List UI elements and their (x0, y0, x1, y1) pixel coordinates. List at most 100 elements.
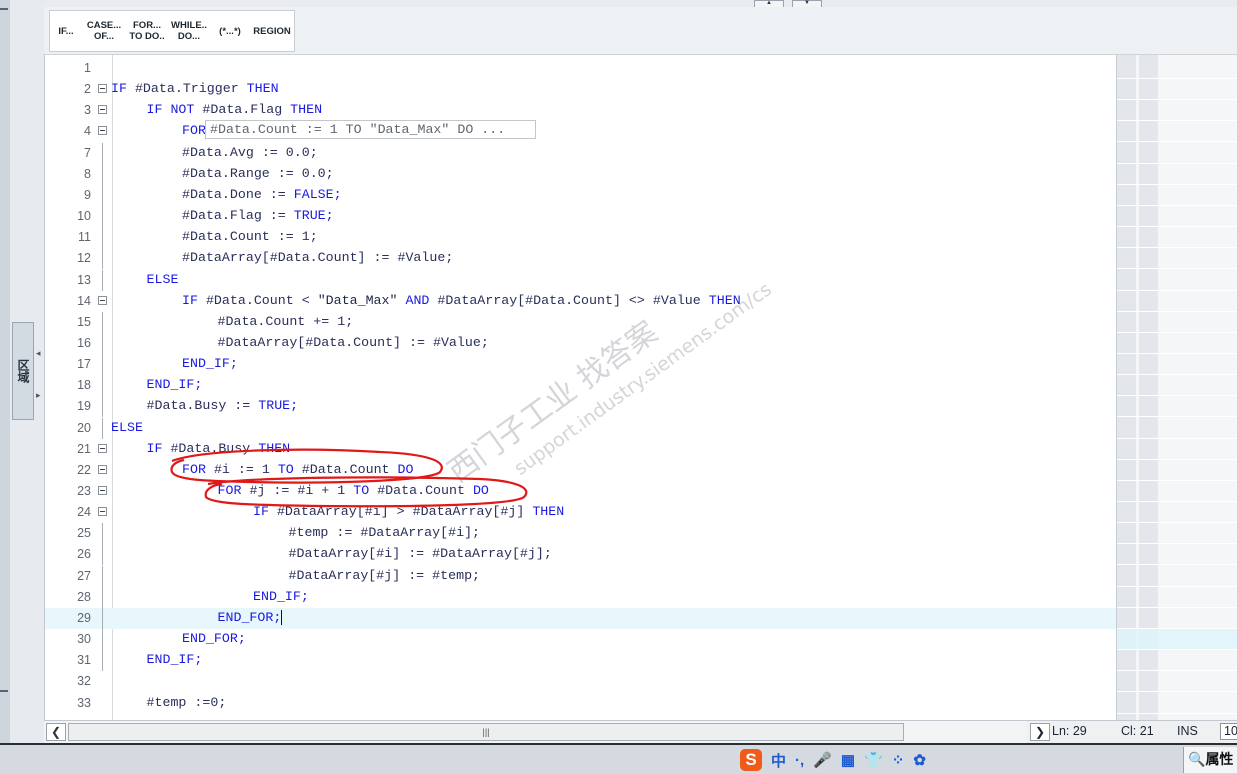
if-button[interactable]: IF... (50, 11, 82, 51)
fold-toggle-icon[interactable] (98, 105, 107, 115)
punctuation-icon[interactable]: ·, (795, 752, 804, 769)
region-button[interactable]: REGION (250, 11, 294, 51)
skin-icon[interactable]: 👕 (864, 751, 883, 769)
code-line[interactable]: 31 END_IF; (45, 650, 1117, 672)
code-line[interactable]: 16 #DataArray[#Data.Count] := #Value; (45, 332, 1117, 354)
code-line[interactable]: 1 (45, 58, 1117, 79)
collapse-left-icon[interactable]: ◂ (36, 348, 41, 359)
code-text[interactable]: #Data.Range := 0.0; (182, 166, 334, 181)
code-line[interactable]: 32 (45, 671, 1117, 692)
code-text[interactable]: FOR (182, 123, 206, 138)
code-text[interactable]: #Data.Done := FALSE; (182, 187, 342, 202)
code-line[interactable]: 25 #temp := #DataArray[#i]; (45, 523, 1117, 545)
microphone-icon[interactable]: 🎤 (813, 751, 832, 769)
code-text[interactable]: END_IF; (147, 377, 203, 392)
code-line[interactable]: 3 IF NOT #Data.Flag THEN (45, 100, 1117, 121)
code-line[interactable]: 24 IF #DataArray[#i] > #DataArray[#j] THE… (45, 502, 1117, 523)
scroll-left-button[interactable]: ❮ (46, 723, 66, 741)
collapsed-for-preview[interactable]: #Data.Count := 1 TO "Data_Max" DO ... (205, 120, 536, 139)
code-line[interactable]: 9 #Data.Done := FALSE; (45, 184, 1117, 206)
code-line[interactable]: 14 IF #Data.Count < "Data_Max" AND #DataA… (45, 291, 1117, 312)
code-line[interactable]: 29 END_FOR; (45, 607, 1117, 629)
code-line[interactable]: 18 END_IF; (45, 375, 1117, 397)
settings-flower-icon[interactable]: ✿ (913, 751, 926, 769)
code-line[interactable]: 13 ELSE (45, 269, 1117, 291)
code-text[interactable]: #DataArray[#i] := #DataArray[#j]; (289, 546, 552, 561)
fold-guide (102, 586, 103, 608)
sogou-logo-icon[interactable]: S (740, 749, 762, 771)
code-line[interactable]: 28 END_IF; (45, 586, 1117, 608)
tools-grid-icon[interactable]: ⁘ (892, 751, 905, 769)
code-line[interactable]: 26 #DataArray[#i] := #DataArray[#j]; (45, 544, 1117, 566)
code-text[interactable]: #DataArray[#j] := #temp; (289, 568, 481, 583)
fold-toggle-icon[interactable] (98, 295, 107, 305)
fold-toggle-icon[interactable] (98, 507, 107, 517)
declaration-row (1117, 693, 1237, 714)
code-text[interactable]: #Data.Flag := TRUE; (182, 208, 334, 223)
code-text[interactable]: #temp := #DataArray[#i]; (289, 525, 481, 540)
code-line[interactable]: 15 #Data.Count += 1; (45, 311, 1117, 333)
code-text[interactable]: END_IF; (253, 589, 309, 604)
code-line[interactable]: 27 #DataArray[#j] := #temp; (45, 565, 1117, 587)
code-text[interactable]: #temp :=0; (147, 695, 227, 710)
declaration-row (1117, 270, 1237, 291)
case-of-button[interactable]: CASE... OF... (82, 11, 126, 51)
code-text[interactable]: #DataArray[#Data.Count] := #Value; (182, 250, 453, 265)
code-text[interactable]: #Data.Busy := TRUE; (147, 398, 299, 413)
code-line[interactable]: 7 #Data.Avg := 0.0; (45, 142, 1117, 164)
for-to-do-button[interactable]: FOR... TO DO.. (126, 11, 168, 51)
code-line[interactable]: 30 END_FOR; (45, 629, 1117, 651)
scroll-right-button[interactable]: ❯ (1030, 723, 1050, 741)
code-text[interactable]: IF #Data.Trigger THEN (111, 81, 279, 96)
code-text[interactable]: END_FOR; (218, 609, 283, 625)
ime-language-toggle[interactable]: 中 (771, 750, 786, 771)
code-text[interactable]: #Data.Avg := 0.0; (182, 145, 318, 160)
collapse-right-icon[interactable]: ▸ (36, 390, 41, 401)
while-do-button[interactable]: WHILE.. DO... (168, 11, 210, 51)
scrollbar-thumb[interactable]: ||| (68, 723, 904, 741)
code-text[interactable]: IF NOT #Data.Flag THEN (147, 102, 323, 117)
code-text[interactable]: #DataArray[#Data.Count] := #Value; (218, 335, 489, 350)
keyboard-icon[interactable]: ▦ (841, 751, 855, 769)
code-text[interactable]: IF #Data.Count < "Data_Max" AND #DataArr… (182, 293, 741, 308)
code-text[interactable]: FOR #j := #i + 1 TO #Data.Count DO (218, 483, 489, 498)
fold-toggle-icon[interactable] (98, 443, 107, 453)
code-line[interactable]: 19 #Data.Busy := TRUE; (45, 396, 1117, 418)
code-line[interactable]: 22 FOR #i := 1 TO #Data.Count DO (45, 460, 1117, 481)
side-tab-region[interactable]: 区域 (12, 322, 34, 420)
fold-toggle-icon[interactable] (98, 84, 107, 94)
line-number: 12 (77, 251, 91, 266)
code-text[interactable]: IF #DataArray[#i] > #DataArray[#j] THEN (253, 504, 564, 519)
code-text[interactable]: END_FOR; (182, 631, 246, 646)
code-text[interactable]: END_IF; (147, 652, 203, 667)
line-number: 32 (77, 674, 91, 689)
code-line[interactable]: 20 ELSE (45, 417, 1117, 439)
properties-tab[interactable]: 🔍属性 (1183, 747, 1237, 773)
code-text[interactable]: #Data.Count := 1; (182, 229, 318, 244)
zoom-field[interactable]: 10 (1220, 723, 1237, 740)
code-line[interactable]: 12 #DataArray[#Data.Count] := #Value; (45, 248, 1117, 270)
code-line[interactable]: 10 #Data.Flag := TRUE; (45, 206, 1117, 228)
code-editor[interactable]: 1 2 IF #Data.Trigger THEN 3 IF NOT #Data.Fla… (44, 55, 1117, 720)
line-number: 4 (84, 124, 91, 139)
line-number: 8 (84, 166, 91, 181)
code-line[interactable]: 17 END_IF; (45, 354, 1117, 376)
code-line[interactable]: 23 FOR #j := #i + 1 TO #Data.Count DO (45, 481, 1117, 502)
code-line[interactable]: 33 #temp :=0; (45, 693, 1117, 714)
code-text[interactable]: END_IF; (182, 356, 238, 371)
fold-toggle-icon[interactable] (98, 486, 107, 495)
comment-button[interactable]: (*...*) (210, 11, 250, 51)
line-number: 20 (77, 420, 91, 435)
code-line[interactable]: 8 #Data.Range := 0.0; (45, 163, 1117, 185)
code-text[interactable]: FOR #i := 1 TO #Data.Count DO (182, 462, 414, 477)
code-line[interactable]: 2 IF #Data.Trigger THEN (45, 79, 1117, 100)
code-text[interactable]: #Data.Count += 1; (218, 314, 354, 329)
fold-toggle-icon[interactable] (98, 126, 107, 136)
code-text[interactable]: ELSE (147, 272, 179, 287)
fold-toggle-icon[interactable] (98, 464, 107, 474)
code-text[interactable]: ELSE (111, 420, 143, 435)
horizontal-scrollbar[interactable]: ❮ ||| (44, 720, 1056, 743)
code-text[interactable]: IF #Data.Busy THEN (147, 441, 291, 456)
code-line[interactable]: 21 IF #Data.Busy THEN (45, 439, 1117, 460)
code-line[interactable]: 11 #Data.Count := 1; (45, 227, 1117, 249)
